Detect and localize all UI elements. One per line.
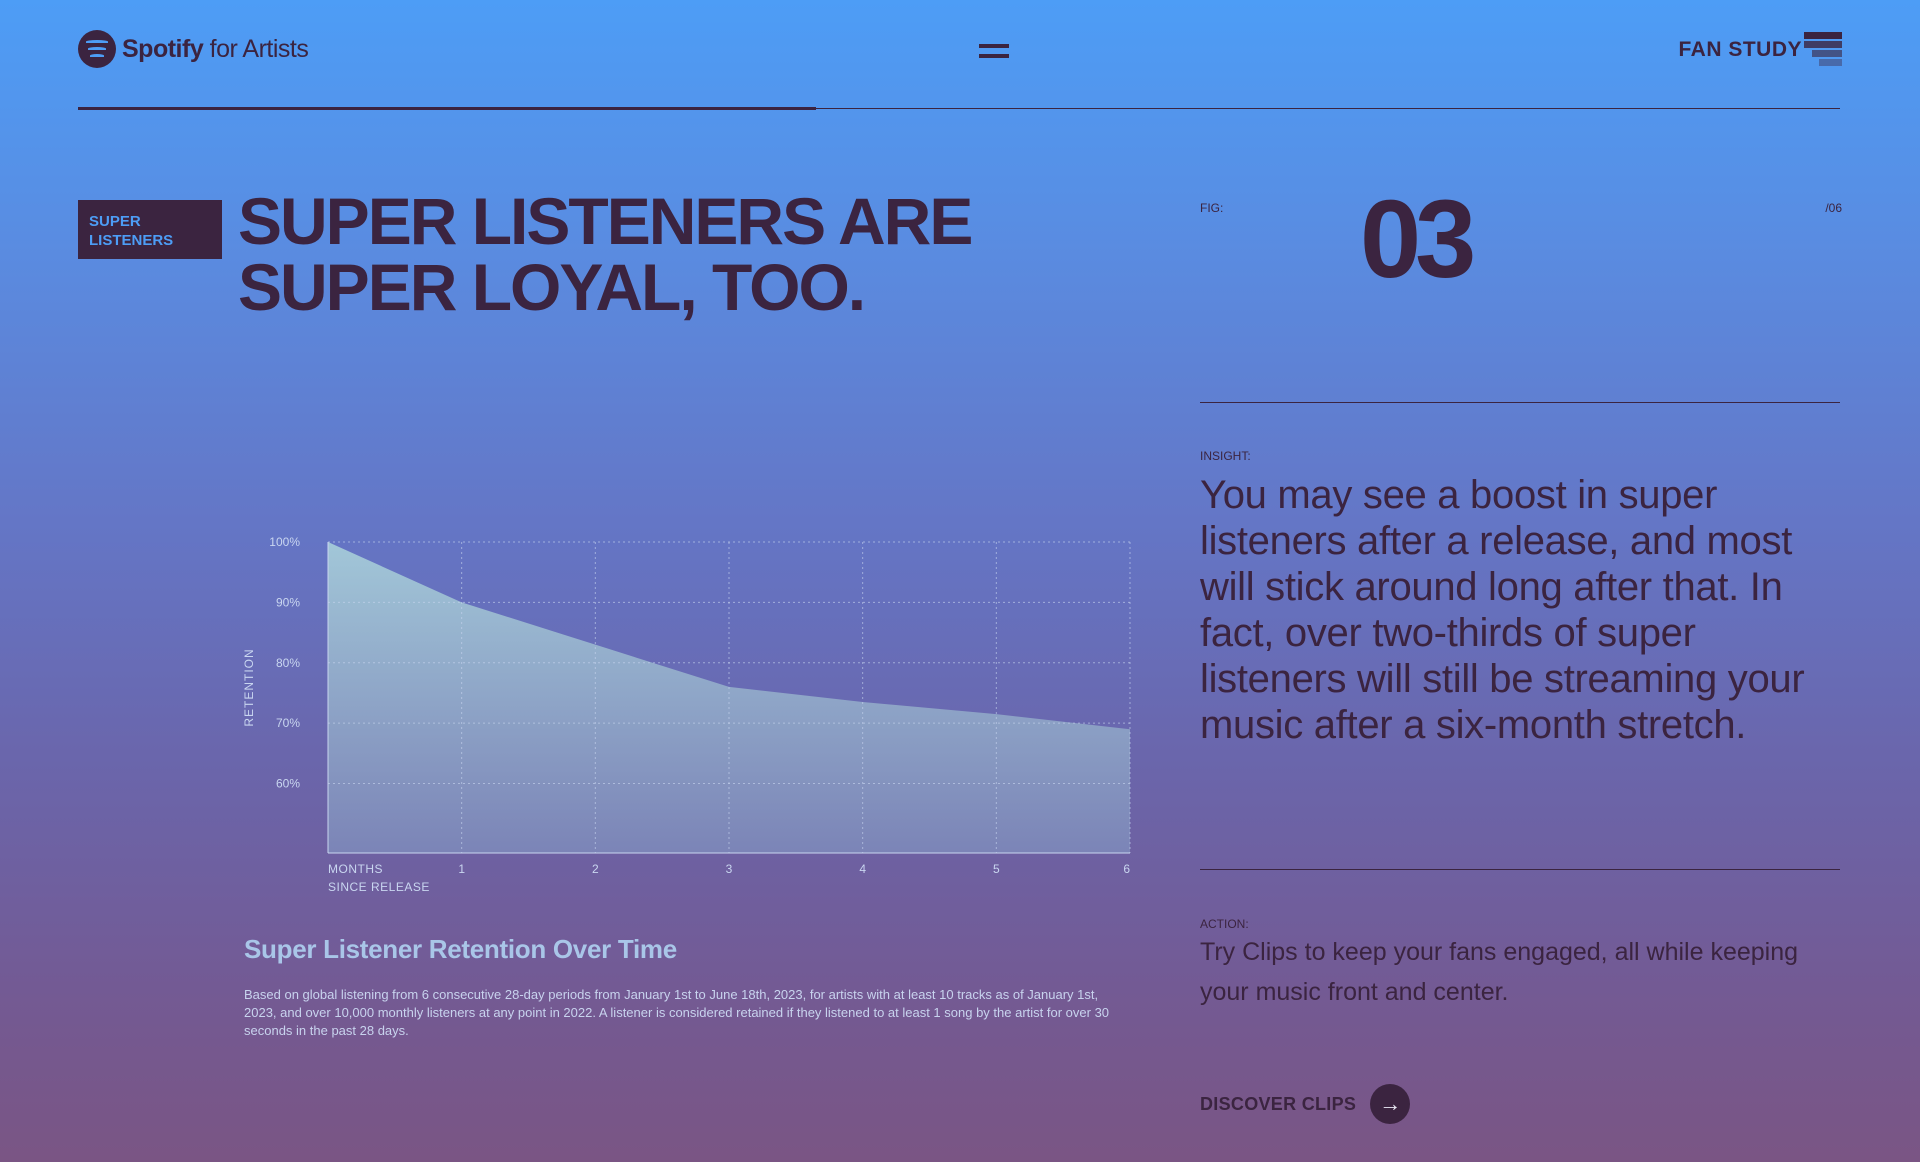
fig-number: 03 (1360, 178, 1476, 301)
logo-text: Spotify for Artists (122, 34, 309, 64)
section-badge: SUPER LISTENERS (78, 200, 222, 259)
y-tick-label: 90% (276, 595, 300, 609)
page-headline: SUPER LISTENERS ARE SUPER LOYAL, TOO. (238, 188, 998, 320)
x-axis-label: MONTHS (328, 862, 383, 876)
hamburger-menu-icon[interactable] (979, 44, 1009, 58)
chart-title: Super Listener Retention Over Time (244, 934, 677, 964)
spotify-for-artists-logo[interactable]: Spotify for Artists (78, 30, 309, 68)
x-tick-label: 1 (458, 862, 465, 876)
fig-total: /06 (1825, 201, 1842, 215)
x-tick-label: 3 (726, 862, 733, 876)
x-tick-label: 2 (592, 862, 599, 876)
scroll-progress-bar (78, 107, 816, 110)
spotify-icon (78, 30, 116, 68)
x-tick-label: 5 (993, 862, 1000, 876)
action-text: Try Clips to keep your fans engaged, all… (1200, 938, 1799, 1006)
chart-description: Based on global listening from 6 consecu… (244, 987, 1110, 1038)
y-tick-label: 100% (269, 535, 300, 549)
action-divider (1200, 869, 1840, 870)
discover-clips-link[interactable]: DISCOVER CLIPS → (1200, 1084, 1411, 1124)
headline-line-2: SUPER LOYAL, TOO. (238, 250, 866, 324)
action-label: ACTION: (1200, 917, 1249, 931)
x-tick-label: 6 (1123, 862, 1130, 876)
y-tick-label: 60% (276, 777, 300, 791)
y-axis-label: RETENTION (242, 648, 256, 726)
logo-brand: Spotify (122, 34, 204, 63)
headline-line-1: SUPER LISTENERS ARE (238, 184, 973, 258)
badge-line-1: SUPER (89, 213, 141, 230)
badge-line-2: LISTENERS (89, 232, 174, 249)
fig-label: FIG: (1200, 201, 1224, 215)
insight-divider (1200, 402, 1840, 403)
y-tick-label: 80% (276, 656, 300, 670)
logo-suffix: for Artists (209, 34, 309, 63)
insight-label: INSIGHT: (1200, 449, 1251, 463)
fan-study-stripes-icon (1804, 32, 1842, 70)
discover-clips-label[interactable]: DISCOVER CLIPS (1200, 1094, 1356, 1115)
insight-text: You may see a boost in super listeners a… (1200, 473, 1805, 747)
y-tick-label: 70% (276, 716, 300, 730)
arrow-right-icon[interactable]: → (1370, 1084, 1411, 1124)
fan-study-label[interactable]: FAN STUDY (1678, 38, 1802, 62)
x-tick-label: 4 (859, 862, 866, 876)
retention-chart: 100% 90% 80% 70% 60% 1 2 3 4 5 6 MONTHS SINCE RELEAS… (242, 535, 1131, 894)
x-axis-label: SINCE RELEASE (328, 880, 430, 894)
